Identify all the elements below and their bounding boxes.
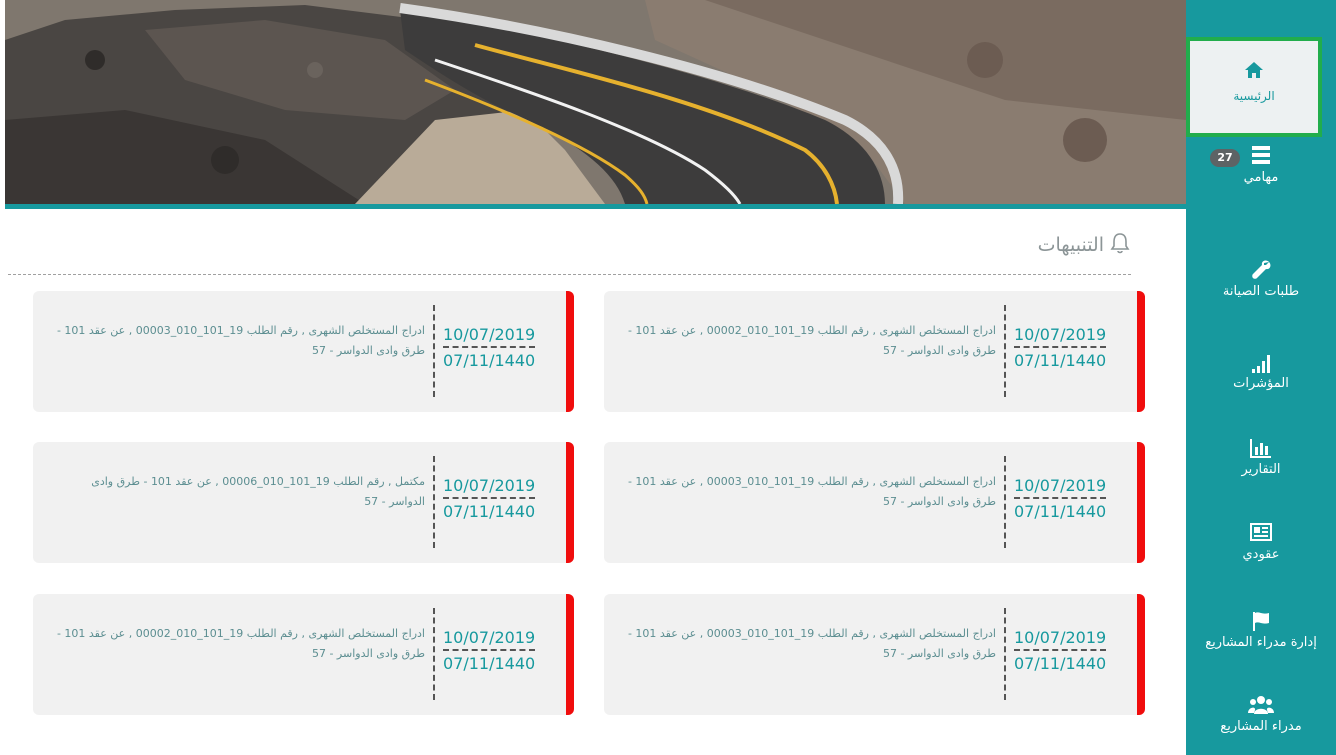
notification-message: ادراج المستخلص الشهرى , رقم الطلب 19_101… [627, 324, 996, 357]
sidebar-item-indicators[interactable]: المؤشرات [1186, 351, 1336, 391]
tasks-icon [1186, 145, 1336, 167]
bell-icon [1110, 232, 1130, 258]
flag-icon [1186, 610, 1336, 632]
notification-card[interactable]: ادراج المستخلص الشهرى , رقم الطلب 19_101… [33, 291, 574, 412]
notification-date-hijri: 07/11/1440 [443, 351, 536, 370]
notification-card[interactable]: ادراج المستخلص الشهرى , رقم الطلب 19_101… [33, 594, 574, 715]
notification-date-hijri: 07/11/1440 [1014, 351, 1107, 370]
notification-date-hijri: 07/11/1440 [1014, 654, 1107, 673]
notifications-title: التنبيهات [1037, 234, 1104, 256]
sidebar-item-project-managers-admin[interactable]: إدارة مدراء المشاريع [1186, 610, 1336, 650]
notification-date-gregorian: 10/07/2019 [1014, 325, 1106, 348]
notification-date-hijri: 07/11/1440 [443, 502, 536, 521]
sidebar-item-label: مدراء المشاريع [1220, 719, 1302, 734]
notification-card[interactable]: ادراج المستخلص الشهرى , رقم الطلب 19_101… [604, 442, 1145, 563]
road-photo [5, 0, 1186, 204]
notification-card[interactable]: مكتمل , رقم الطلب 19_101_010_00006 , عن … [33, 442, 574, 563]
sidebar-item-label: التقارير [1241, 462, 1281, 477]
sidebar-item-label: طلبات الصيانة [1222, 284, 1300, 299]
notification-card[interactable]: ادراج المستخلص الشهرى , رقم الطلب 19_101… [604, 594, 1145, 715]
sidebar-item-maintenance[interactable]: طلبات الصيانة [1186, 259, 1336, 299]
card-separator [1004, 608, 1006, 700]
notification-date-gregorian: 10/07/2019 [443, 325, 535, 348]
card-separator [1004, 305, 1006, 397]
notification-message: مكتمل , رقم الطلب 19_101_010_00006 , عن … [91, 475, 425, 508]
divider [8, 274, 1131, 275]
sidebar-item-label: الرئيسية [1233, 89, 1275, 103]
card-separator [1004, 456, 1006, 548]
notification-date-hijri: 07/11/1440 [443, 654, 536, 673]
sidebar-item-tasks[interactable]: 27 مهامي [1186, 145, 1336, 185]
sidebar-item-label: المؤشرات [1233, 376, 1289, 391]
sidebar: الرئيسية 27 مهامي طلبات الصيانة المؤشرات… [1186, 0, 1336, 755]
sidebar-item-reports[interactable]: التقارير [1186, 437, 1336, 477]
sidebar-item-label: مهامي [1243, 170, 1279, 185]
notification-message: ادراج المستخلص الشهرى , رقم الطلب 19_101… [56, 324, 425, 357]
notifications-header: التنبيهات [0, 232, 1130, 258]
card-separator [433, 456, 435, 548]
bar-chart-icon [1186, 437, 1336, 459]
tasks-count-badge: 27 [1210, 149, 1240, 167]
header-banner [5, 0, 1186, 209]
card-separator [433, 305, 435, 397]
notification-date-gregorian: 10/07/2019 [443, 476, 535, 499]
sidebar-item-home[interactable]: الرئيسية [1186, 37, 1322, 137]
card-separator [433, 608, 435, 700]
sidebar-item-label: إدارة مدراء المشاريع [1205, 635, 1317, 650]
notification-message: ادراج المستخلص الشهرى , رقم الطلب 19_101… [56, 627, 425, 660]
notification-message: ادراج المستخلص الشهرى , رقم الطلب 19_101… [627, 627, 996, 660]
notification-date-hijri: 07/11/1440 [1014, 502, 1107, 521]
sidebar-item-contracts[interactable]: عقودي [1186, 522, 1336, 562]
home-icon [1190, 61, 1318, 83]
sidebar-item-label: عقودي [1242, 547, 1280, 562]
contract-icon [1186, 522, 1336, 544]
notification-message: ادراج المستخلص الشهرى , رقم الطلب 19_101… [627, 475, 996, 508]
notification-date-gregorian: 10/07/2019 [1014, 476, 1106, 499]
notification-card[interactable]: ادراج المستخلص الشهرى , رقم الطلب 19_101… [604, 291, 1145, 412]
signal-bars-icon [1186, 351, 1336, 373]
wrench-icon [1186, 259, 1336, 281]
sidebar-item-project-managers[interactable]: مدراء المشاريع [1186, 694, 1336, 734]
users-icon [1186, 694, 1336, 716]
notification-date-gregorian: 10/07/2019 [443, 628, 535, 651]
notification-date-gregorian: 10/07/2019 [1014, 628, 1106, 651]
